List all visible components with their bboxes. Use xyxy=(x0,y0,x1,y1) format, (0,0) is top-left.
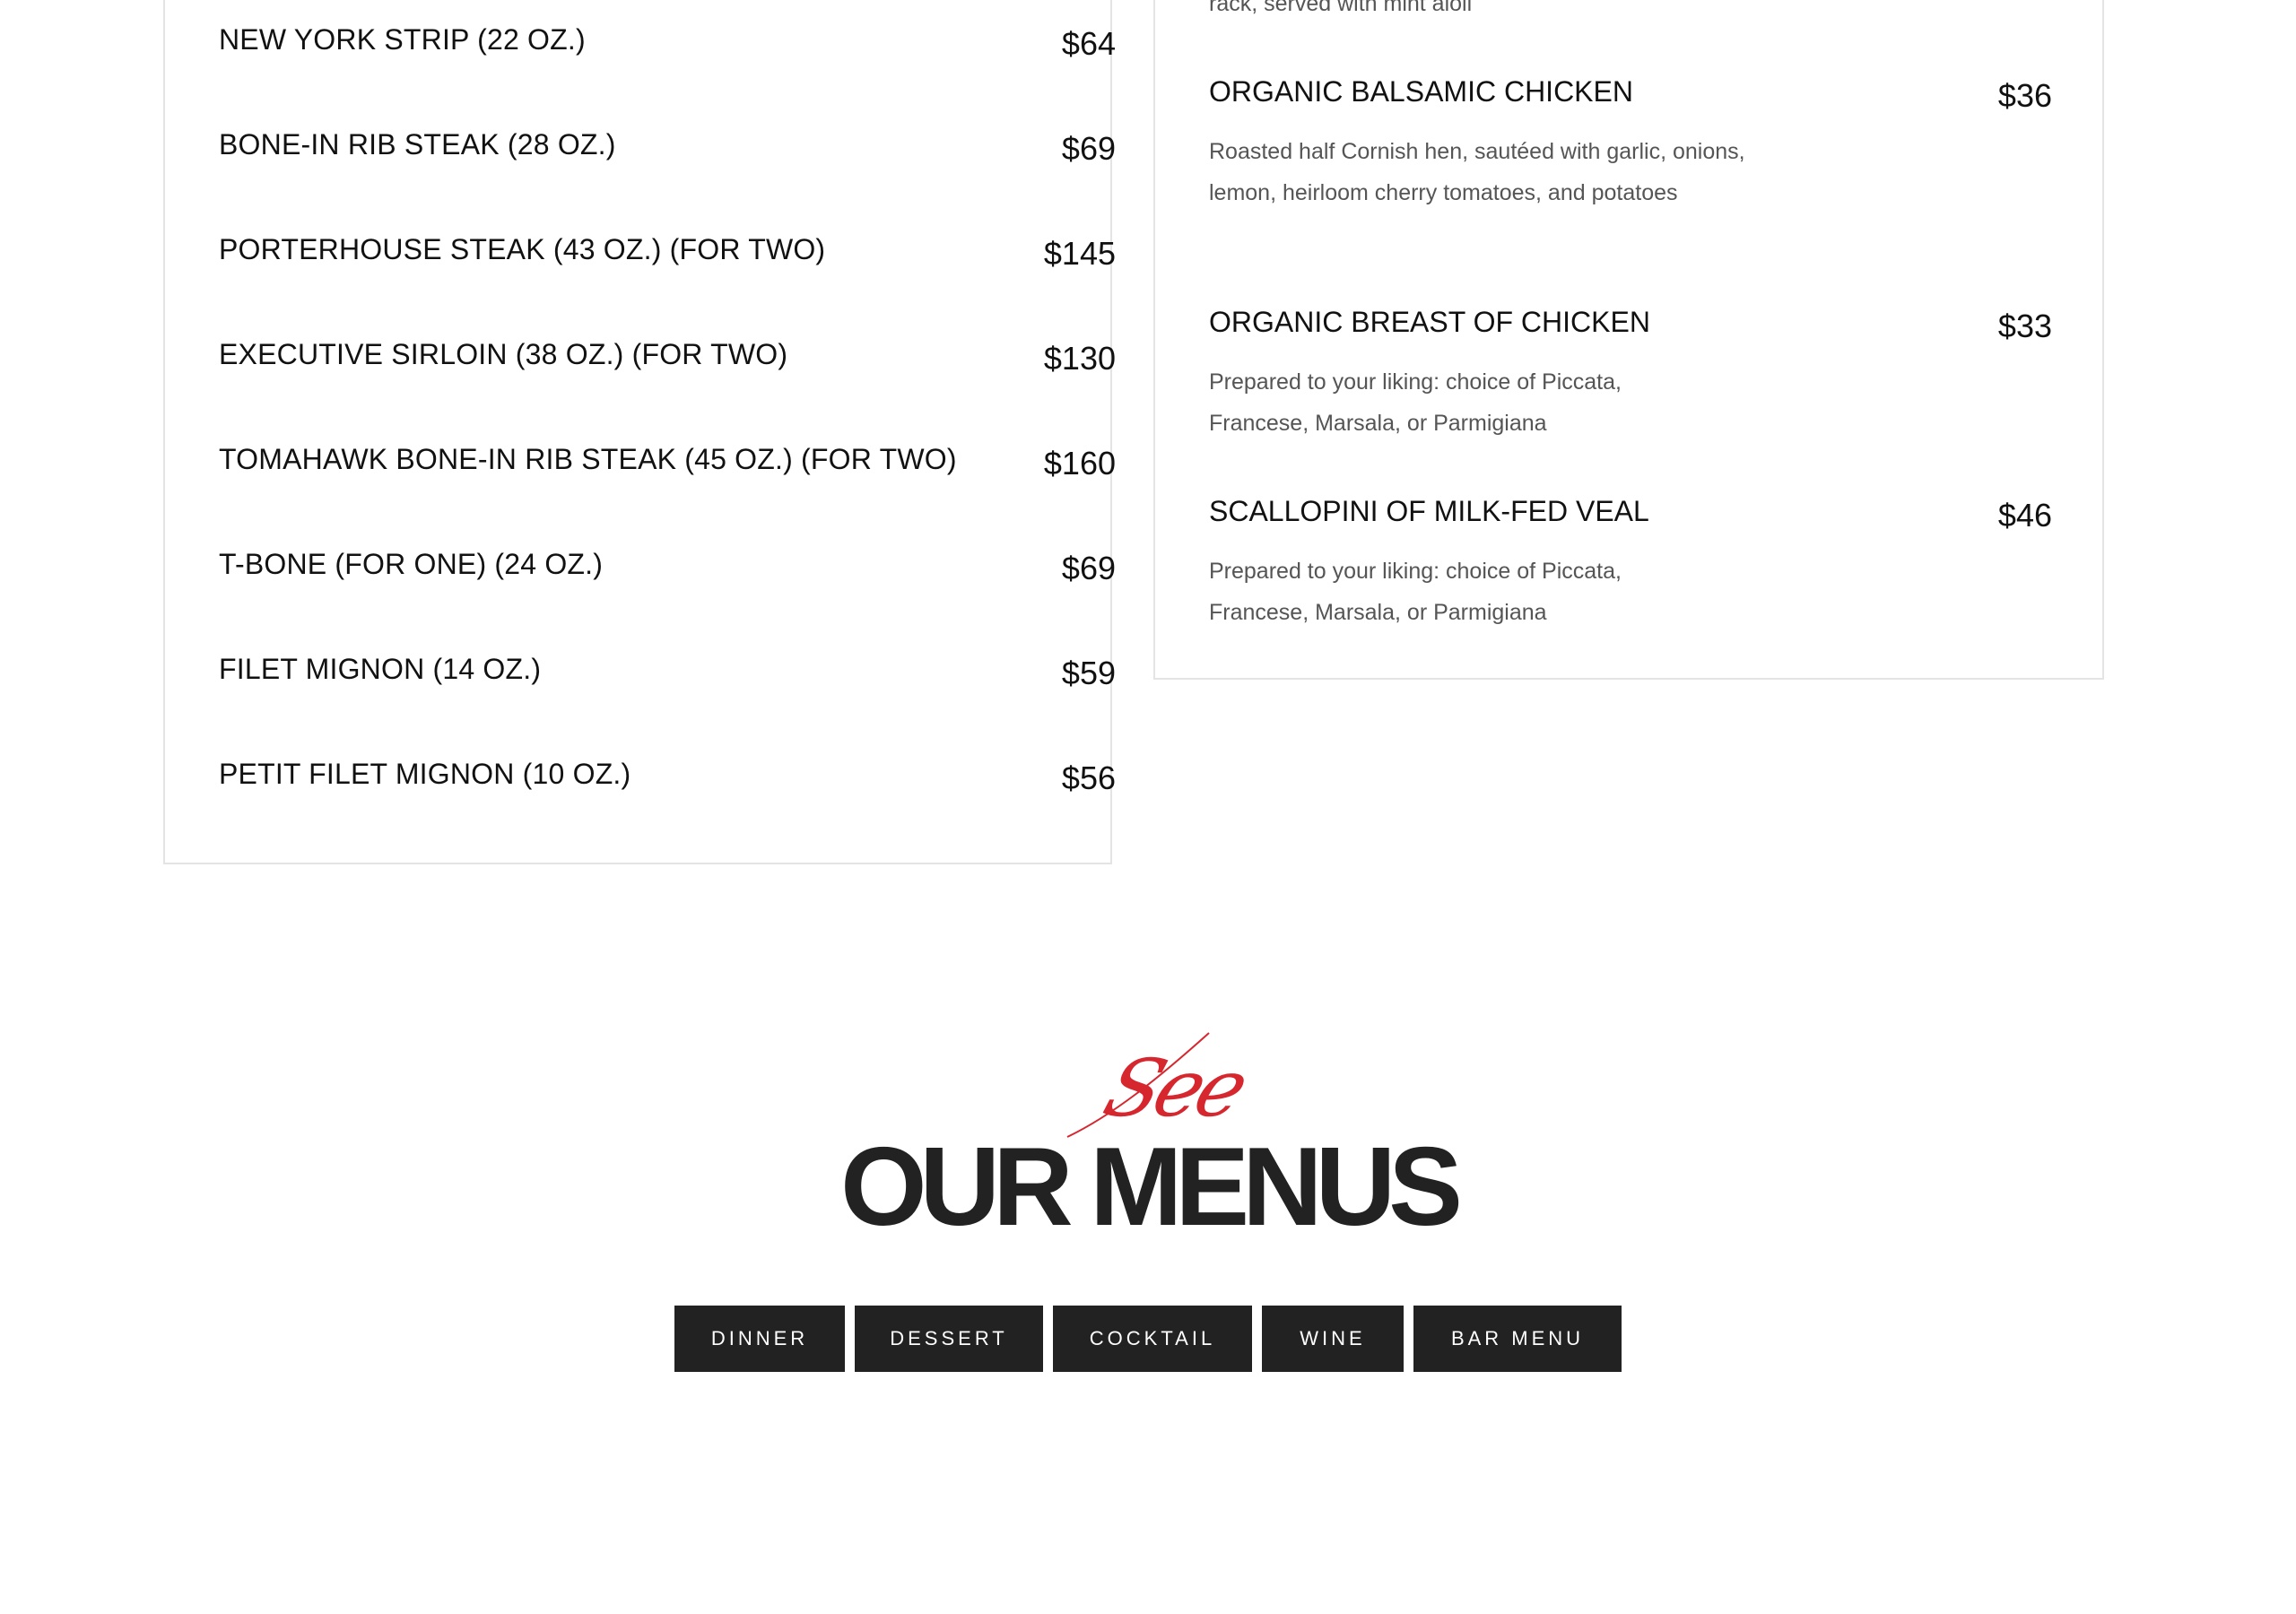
menu-button-dinner[interactable]: DINNER xyxy=(674,1306,845,1372)
menu-item-name: T-BONE (FOR ONE) (24 OZ.) xyxy=(219,548,604,580)
menu-item-price: $145 xyxy=(1043,235,1116,272)
menu-item-price: $36 xyxy=(1997,77,2052,114)
menu-nav: DINNER DESSERT COCKTAIL WINE BAR MENU xyxy=(0,1306,2296,1372)
steaks-menu-card: NEW YORK STRIP (22 OZ.) $64 BONE-IN RIB … xyxy=(163,0,1116,864)
menu-item-description: rack, served with mint aioli xyxy=(1209,0,1473,16)
menu-item: T-BONE (FOR ONE) (24 OZ.) $69 xyxy=(219,548,1116,602)
menu-item-price: $64 xyxy=(1061,25,1116,62)
menu-item: TOMAHAWK BONE-IN RIB STEAK (45 OZ.) (FOR… xyxy=(219,443,1116,497)
menu-button-bar-menu[interactable]: BAR MENU xyxy=(1413,1306,1622,1372)
menu-item-description: Prepared to your liking: choice of Picca… xyxy=(1209,369,1622,436)
menu-item-price: $130 xyxy=(1043,340,1116,377)
menu-item-name: NEW YORK STRIP (22 OZ.) xyxy=(219,23,586,56)
menu-item-name: PORTERHOUSE STEAK (43 OZ.) (FOR TWO) xyxy=(219,233,826,265)
entrees-menu-card: rack, served with mint aioli ORGANIC BAL… xyxy=(1153,0,2104,680)
menu-item-name: ORGANIC BALSAMIC CHICKEN xyxy=(1209,75,1633,108)
menu-item-name: BONE-IN RIB STEAK (28 OZ.) xyxy=(219,128,616,161)
menu-item-name: FILET MIGNON (14 OZ.) xyxy=(219,653,542,685)
menu-item-price: $46 xyxy=(1997,497,2052,534)
menu-item-price: $69 xyxy=(1061,550,1116,586)
menu-item: BONE-IN RIB STEAK (28 OZ.) $69 xyxy=(219,128,1116,182)
menu-item-name: ORGANIC BREAST OF CHICKEN xyxy=(1209,306,1650,338)
menu-button-wine[interactable]: WINE xyxy=(1262,1306,1404,1372)
menu-button-cocktail[interactable]: COCKTAIL xyxy=(1053,1306,1252,1372)
menu-item-price: $33 xyxy=(1997,308,2052,344)
menu-item: PETIT FILET MIGNON (10 OZ.) $56 xyxy=(219,758,1116,811)
menu-item-name: TOMAHAWK BONE-IN RIB STEAK (45 OZ.) (FOR… xyxy=(219,443,957,475)
menu-item: PORTERHOUSE STEAK (43 OZ.) (FOR TWO) $14… xyxy=(219,233,1116,287)
menu-item-description: Roasted half Cornish hen, sautéed with g… xyxy=(1209,139,1745,205)
menu-item-price: $56 xyxy=(1061,759,1116,796)
section-title: OUR MENUS xyxy=(840,1125,1463,1249)
menu-item: NEW YORK STRIP (22 OZ.) $64 xyxy=(219,23,1116,77)
menu-item-name: PETIT FILET MIGNON (10 OZ.) xyxy=(219,758,631,790)
menu-item-price: $160 xyxy=(1043,445,1116,482)
menu-item: FILET MIGNON (14 OZ.) $59 xyxy=(219,653,1116,707)
menu-button-dessert[interactable]: DESSERT xyxy=(855,1306,1043,1372)
menu-item-price: $59 xyxy=(1061,655,1116,691)
menu-item-description: Prepared to your liking: choice of Picca… xyxy=(1209,559,1622,625)
menu-item-name: SCALLOPINI OF MILK-FED VEAL xyxy=(1209,495,1649,527)
menu-item-name: EXECUTIVE SIRLOIN (38 OZ.) (FOR TWO) xyxy=(219,338,788,370)
menu-item: EXECUTIVE SIRLOIN (38 OZ.) (FOR TWO) $13… xyxy=(219,338,1116,392)
menu-item-price: $69 xyxy=(1061,130,1116,167)
